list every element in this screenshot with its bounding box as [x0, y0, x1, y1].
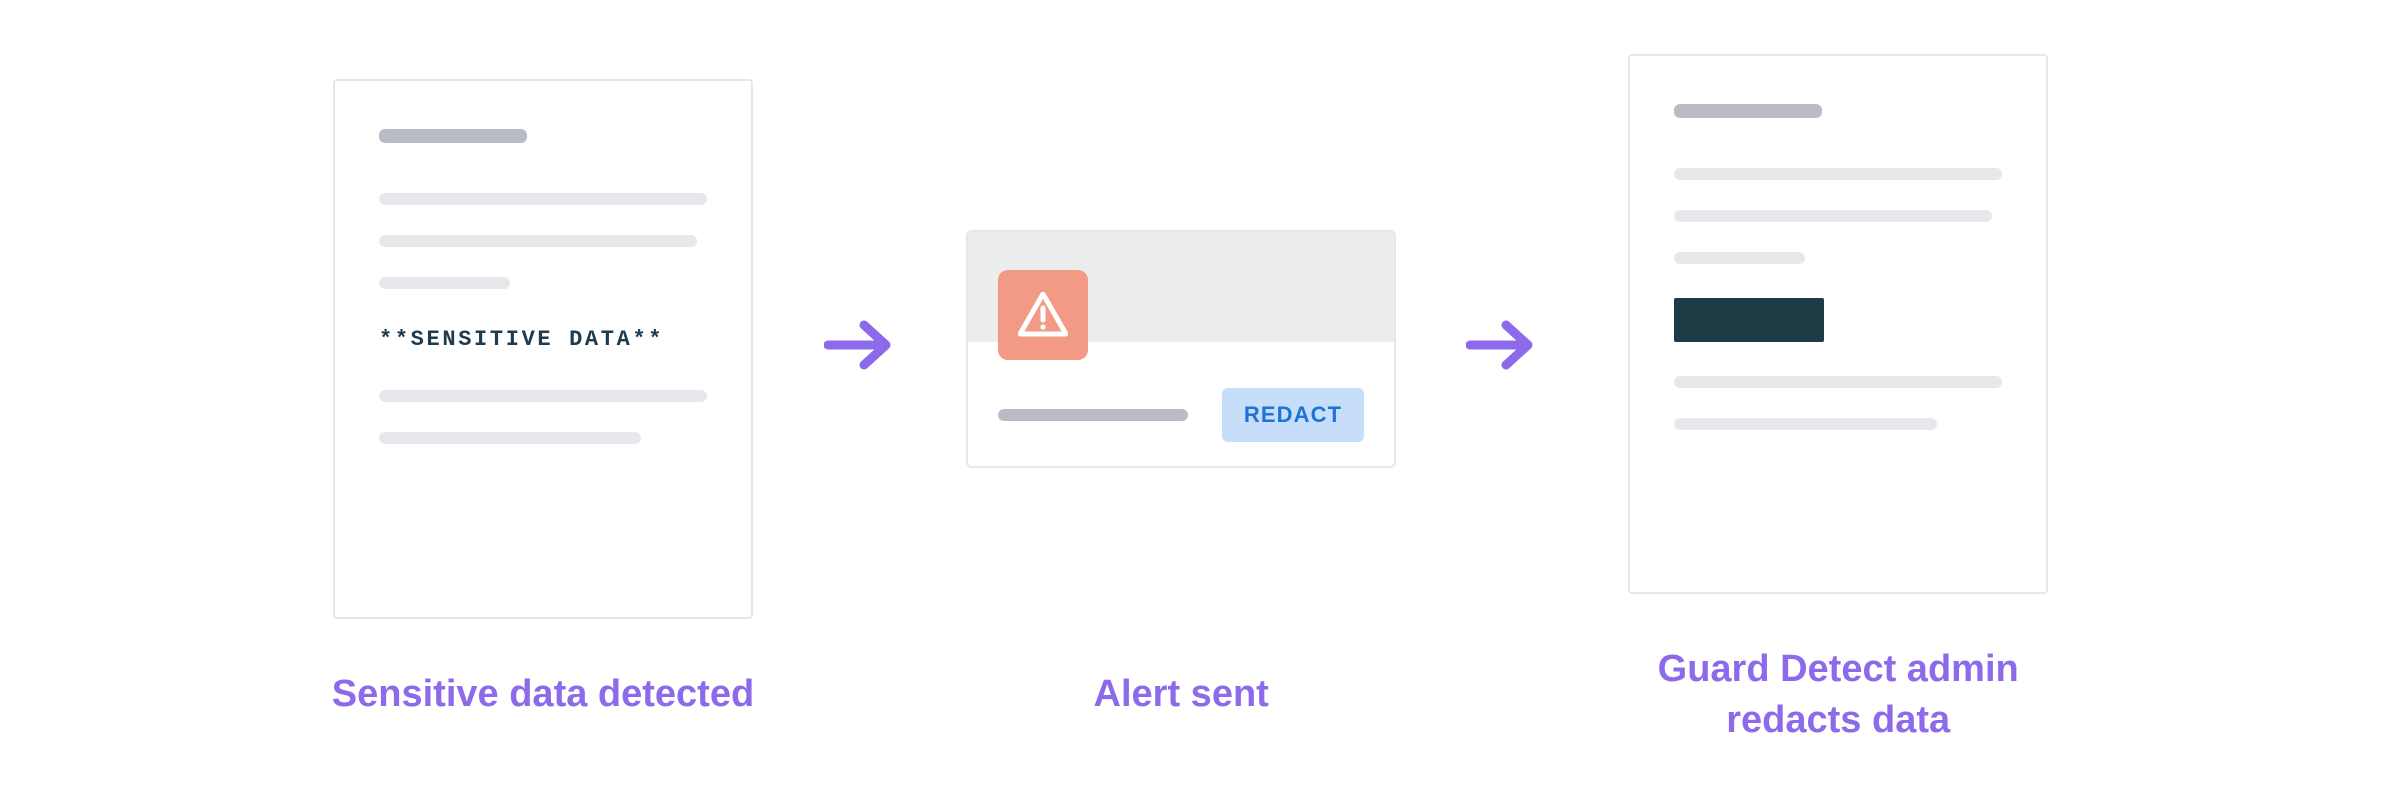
- doc-line: [1674, 376, 2002, 388]
- arrow-icon: [1466, 315, 1538, 375]
- alert-card-header: [968, 232, 1394, 342]
- redact-button[interactable]: REDACT: [1222, 388, 1364, 442]
- document-with-sensitive-data: **SENSITIVE DATA**: [333, 79, 753, 619]
- doc-line: [1674, 210, 1992, 222]
- alert-card-body: REDACT: [968, 342, 1394, 466]
- doc-line: [379, 193, 707, 205]
- doc-line: [1674, 252, 1805, 264]
- doc-line: [379, 277, 510, 289]
- stage-redacted: Guard Detect admin redacts data: [1608, 54, 2068, 747]
- document-redacted: [1628, 54, 2048, 594]
- doc-line: [379, 235, 697, 247]
- stage1-caption: Sensitive data detected: [332, 669, 754, 720]
- doc-title-placeholder: [1674, 104, 1822, 118]
- arrow-icon: [824, 315, 896, 375]
- redaction-flow-diagram: **SENSITIVE DATA** Sensitive data detect…: [332, 54, 2068, 747]
- doc-line: [1674, 418, 1936, 430]
- redacted-content-block: [1674, 298, 1824, 342]
- stage3-caption: Guard Detect admin redacts data: [1608, 644, 2068, 747]
- stage2-caption: Alert sent: [1094, 669, 1269, 720]
- doc-line: [379, 390, 707, 402]
- doc-line: [379, 432, 641, 444]
- stage-alert: REDACT Alert sent: [966, 79, 1396, 720]
- doc-title-placeholder: [379, 129, 527, 143]
- sensitive-data-marker: **SENSITIVE DATA**: [379, 327, 707, 352]
- alert-text-placeholder: [998, 409, 1188, 421]
- warning-badge: [998, 270, 1088, 360]
- warning-triangle-icon: [1018, 292, 1068, 338]
- doc-line: [1674, 168, 2002, 180]
- alert-card: REDACT: [966, 230, 1396, 468]
- stage-detected: **SENSITIVE DATA** Sensitive data detect…: [332, 79, 754, 720]
